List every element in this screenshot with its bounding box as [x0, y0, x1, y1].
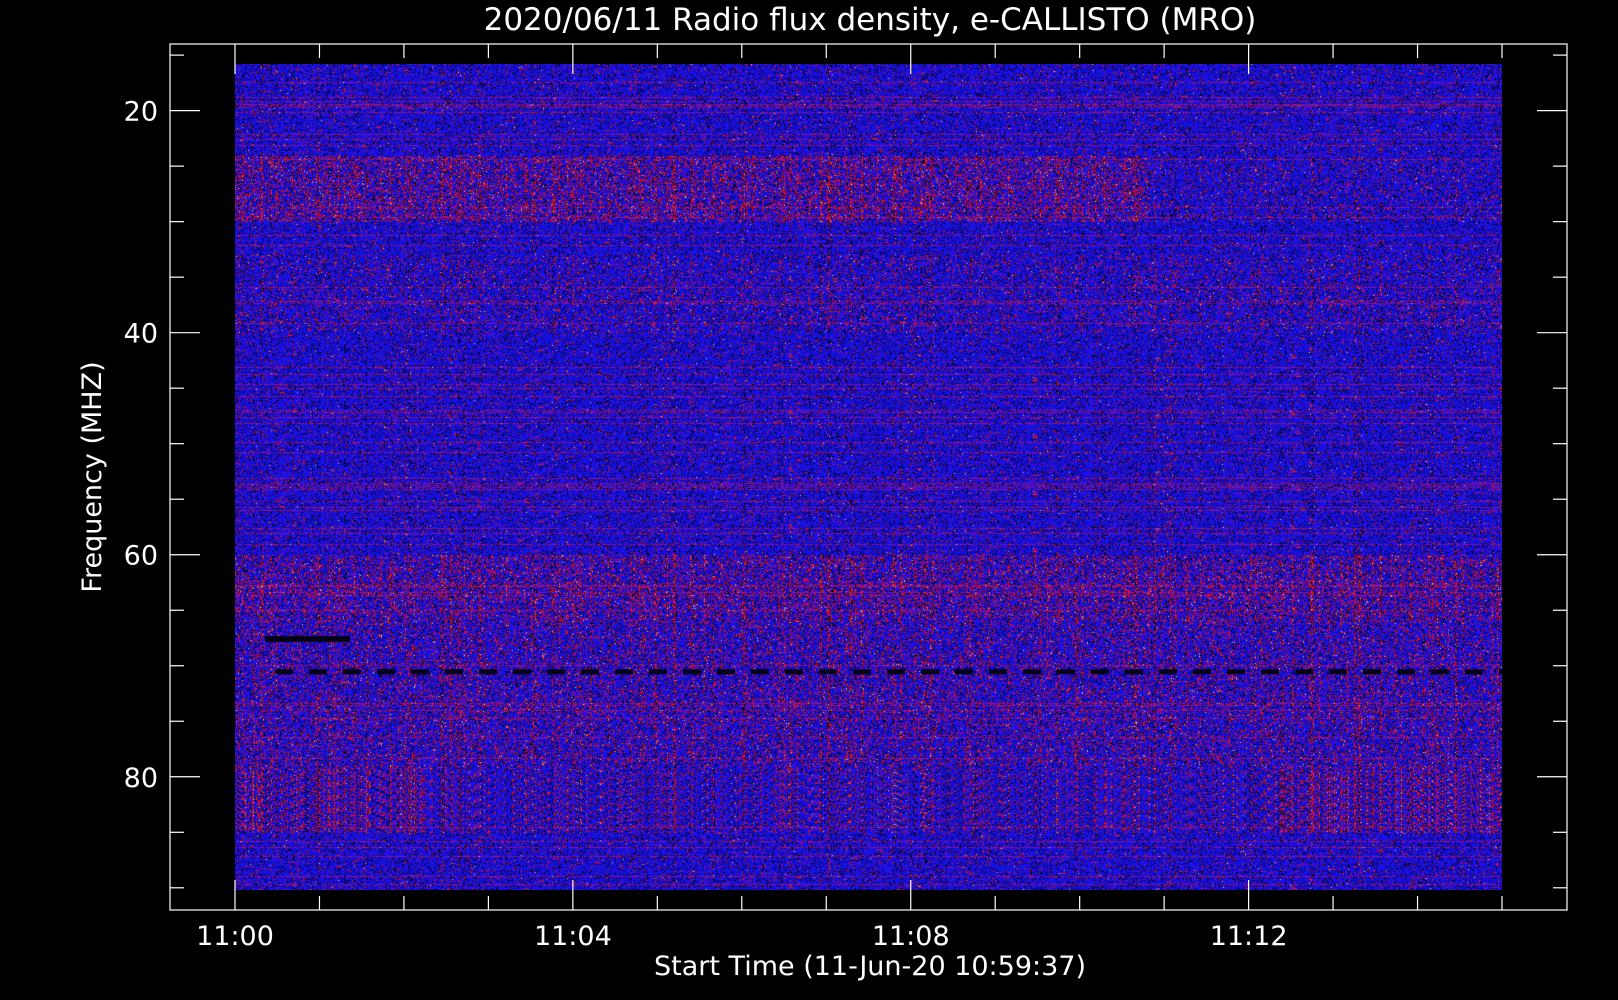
- heatmap: [235, 64, 1502, 890]
- y-tick-label: 80: [124, 763, 158, 794]
- x-tick-label: 11:04: [534, 921, 612, 952]
- x-tick-label: 11:00: [196, 921, 274, 952]
- y-tick-label: 60: [124, 541, 158, 572]
- y-tick-label: 40: [124, 319, 158, 350]
- x-tick-label: 11:12: [1210, 921, 1288, 952]
- x-axis-label: Start Time (11-Jun-20 10:59:37): [654, 951, 1086, 982]
- x-tick-label: 11:08: [872, 921, 950, 952]
- heatmap-image: [235, 64, 1502, 890]
- y-tick-label: 20: [124, 97, 158, 128]
- spectrogram-chart: 20 40 60 80 11:00 11:04 11:08 11:12 2020/06/11 …: [0, 0, 1618, 1000]
- chart-title: 2020/06/11 Radio flux density, e-CALLIST…: [484, 2, 1257, 38]
- y-axis-label: Frequency (MHZ): [77, 361, 108, 592]
